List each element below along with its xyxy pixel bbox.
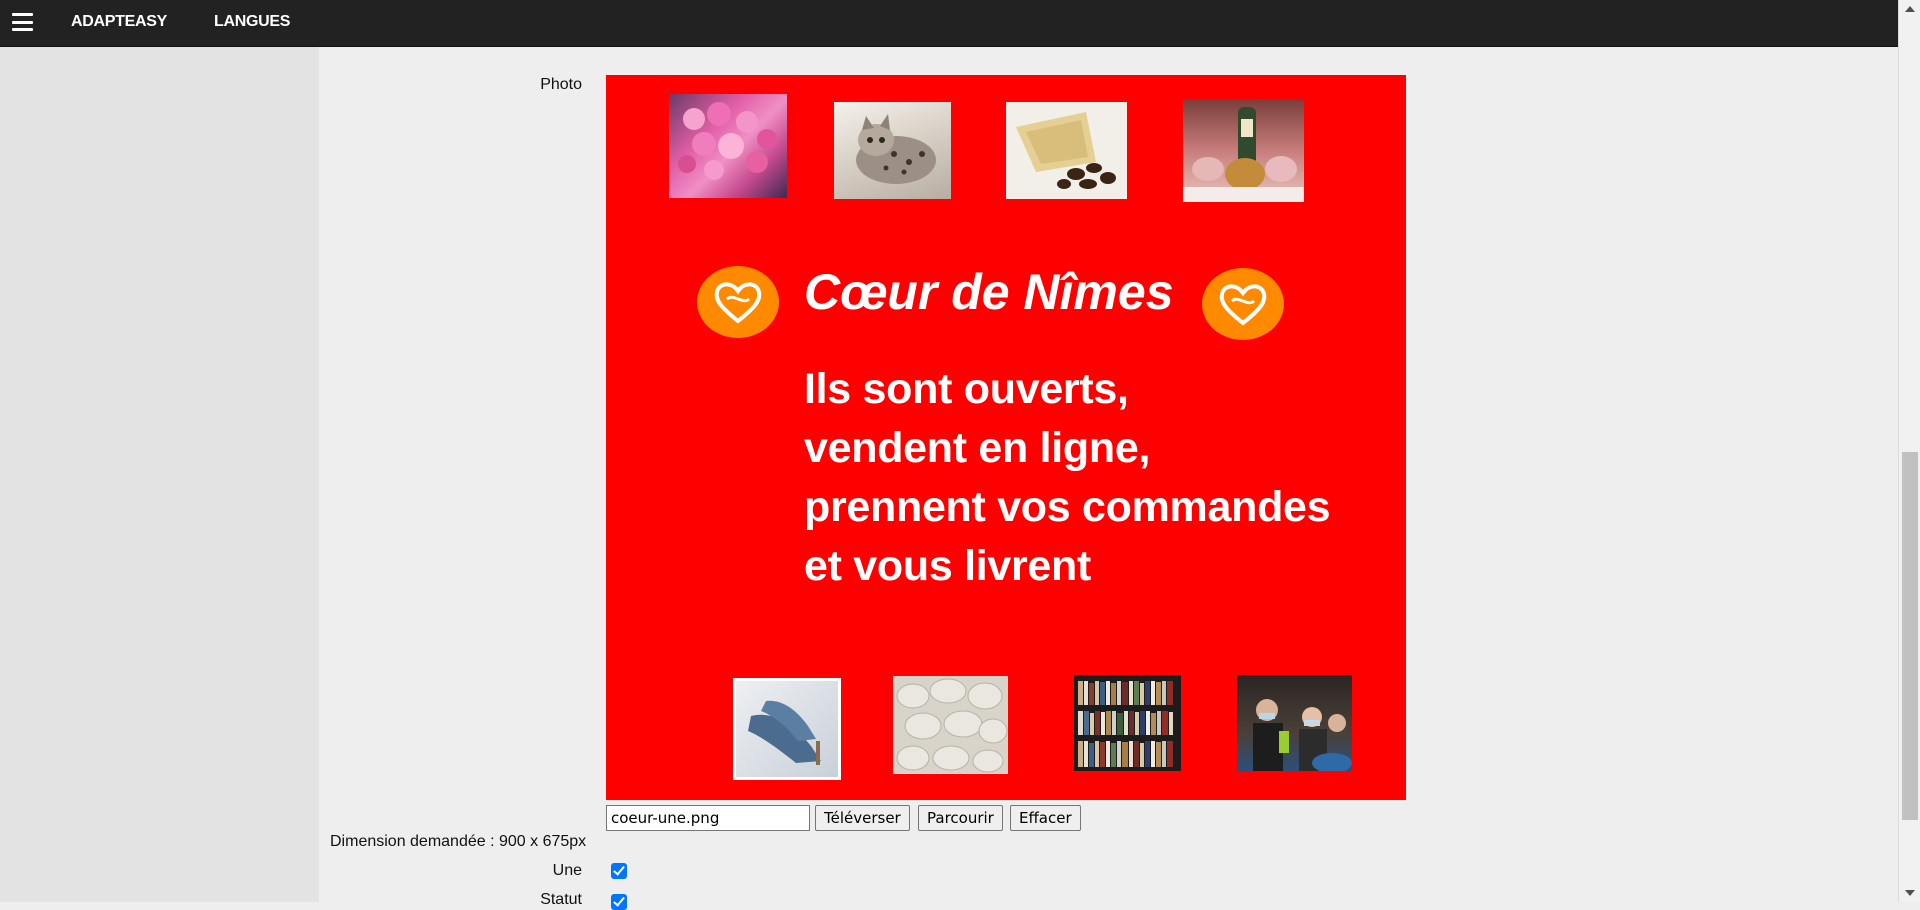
browse-button[interactable]: Parcourir: [918, 805, 1003, 831]
upload-button[interactable]: Téléverser: [815, 805, 910, 831]
photo-label: Photo: [540, 76, 582, 93]
chocolate-photo: [1006, 102, 1127, 199]
banner-line: et vous livrent: [804, 542, 1092, 590]
statut-checkbox[interactable]: [611, 894, 627, 910]
kitten-photo: [834, 102, 951, 199]
photo-preview: Cœur de Nîmes Ils sont ouverts, vendent …: [606, 75, 1406, 800]
shopkeepers-photo: [1237, 675, 1352, 771]
scroll-down-arrow-icon[interactable]: [1905, 890, 1915, 896]
nav-langues[interactable]: LANGUES: [214, 13, 290, 31]
roses-photo: [669, 94, 787, 198]
hamburger-icon[interactable]: [12, 13, 33, 31]
banner-line: prennent vos commandes: [804, 483, 1331, 531]
clear-button[interactable]: Effacer: [1010, 805, 1081, 831]
banner-title: Cœur de Nîmes: [804, 264, 1174, 320]
vertical-scrollbar[interactable]: [1898, 0, 1920, 902]
scroll-up-arrow-icon[interactable]: [1905, 6, 1915, 12]
heart-logo-icon: [1202, 268, 1284, 340]
heart-logo-icon: [697, 266, 779, 338]
scrollbar-thumb[interactable]: [1902, 452, 1918, 820]
shoe-photo: [733, 678, 841, 780]
une-checkbox[interactable]: [611, 863, 627, 879]
dimension-label: Dimension demandée : 900 x 675px: [330, 833, 587, 850]
une-label: Une: [552, 862, 582, 879]
cheese-photo: [893, 676, 1008, 774]
nav-adapteasy[interactable]: ADAPTEASY: [71, 13, 167, 31]
gift-basket-photo: [1183, 99, 1304, 202]
top-navbar: ADAPTEASY LANGUES: [0, 0, 1898, 47]
bookshelf-photo: [1074, 675, 1181, 771]
left-panel: [0, 47, 319, 902]
banner-line: Ils sont ouverts,: [804, 365, 1129, 413]
statut-label: Statut: [540, 891, 582, 908]
photo-filename-input[interactable]: [606, 805, 810, 831]
banner-line: vendent en ligne,: [804, 424, 1151, 472]
